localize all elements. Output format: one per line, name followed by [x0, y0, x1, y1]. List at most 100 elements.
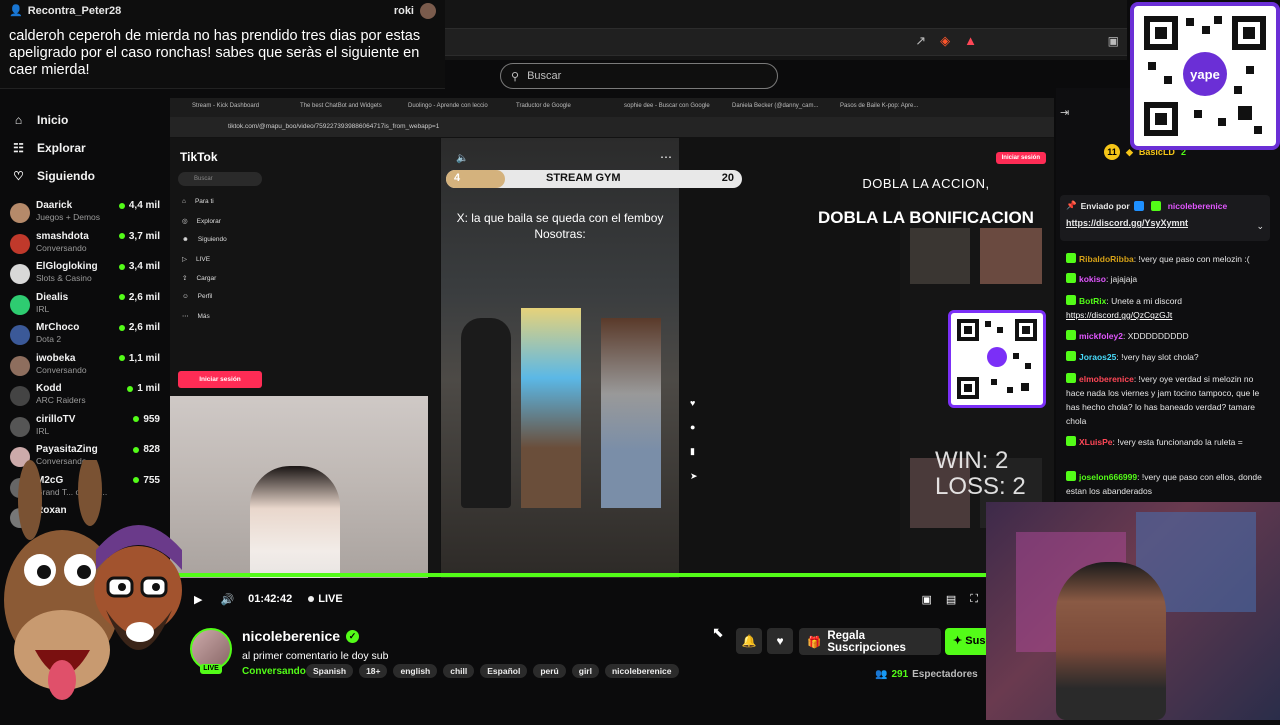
- rewards-icon[interactable]: ▲: [964, 33, 977, 49]
- chat-username[interactable]: elmoberenice: [1079, 374, 1134, 384]
- search-input[interactable]: ⚲ Buscar: [500, 63, 778, 89]
- chat-username[interactable]: BotRix: [1079, 296, 1106, 306]
- stream-tag[interactable]: perú: [533, 664, 566, 678]
- viewer-label: Espectadores: [912, 669, 978, 680]
- stream-tag[interactable]: Spanish: [306, 664, 354, 678]
- qr-pattern: [957, 319, 1037, 399]
- donation-recipient: roki: [394, 3, 436, 19]
- share-icon[interactable]: ↗: [915, 33, 926, 49]
- live-dot-icon: [133, 446, 140, 453]
- volume-icon: 🔈: [456, 153, 469, 164]
- profile-icon: ☺: [182, 293, 189, 300]
- nav-explore[interactable]: ☷ Explorar: [12, 141, 86, 155]
- badge-icon: [1066, 471, 1076, 481]
- badge-icon: [1066, 373, 1076, 383]
- sidebar-channel[interactable]: MrChoco Dota 2 2,6 mil: [10, 322, 160, 350]
- tiktok-menu-label: Perfil: [197, 293, 213, 300]
- pinned-message[interactable]: 📌 Enviado por nicoleberenice https://dis…: [1060, 195, 1270, 241]
- viewer-count-text: 1,1 mil: [128, 352, 160, 364]
- heart-icon: ♡: [13, 169, 24, 183]
- subscribe-button[interactable]: ✦ Suscribirse: [945, 628, 986, 655]
- channel-name: Kodd: [36, 383, 62, 394]
- live-label: LIVE: [318, 593, 343, 605]
- chat-message: joselon666999: !very que paso con ellos,…: [1066, 471, 1262, 496]
- chat-username[interactable]: joselon666999: [1079, 472, 1137, 482]
- bookmark-icon: ▮: [690, 446, 695, 456]
- viewer-count-text: 3,7 mil: [128, 230, 160, 242]
- captured-tab: sophie dee - Buscar con Google: [624, 103, 710, 109]
- avatar: [10, 325, 30, 345]
- sidebar-channel[interactable]: iwobeka Conversando 1,1 mil: [10, 353, 160, 381]
- fullscreen-icon[interactable]: ⛶: [970, 593, 978, 606]
- sidebar-channel[interactable]: Diealis IRL 2,6 mil: [10, 292, 160, 320]
- live-dot-icon: [118, 324, 125, 331]
- video-player[interactable]: Stream - Kick Dashboard The best ChatBot …: [170, 98, 1054, 578]
- play-icon[interactable]: ▶: [194, 593, 202, 606]
- stream-tag[interactable]: chill: [443, 664, 475, 678]
- tiktok-menu-item: ☺ Perfil: [182, 293, 212, 300]
- chevron-down-icon[interactable]: ⌄: [1256, 221, 1264, 232]
- captured-tab: Pasos de Baile K-pop: Apre...: [840, 103, 919, 109]
- nav-following[interactable]: ♡ Siguiendo: [12, 169, 95, 183]
- stream-tag[interactable]: english: [393, 664, 438, 678]
- chat-username[interactable]: Joraos25: [1079, 352, 1116, 362]
- pinned-user: nicoleberenice: [1167, 200, 1228, 211]
- chat-text: XDDDDDDDDD: [1127, 331, 1189, 341]
- stream-tag[interactable]: girl: [571, 664, 599, 678]
- gift-subs-button[interactable]: 🎁 Regala Suscripciones: [799, 628, 941, 655]
- gift-label: Regala Suscripciones: [827, 629, 906, 654]
- chat-link[interactable]: https://discord.gg/QzCqzGJt: [1066, 310, 1172, 320]
- collapse-chat-icon[interactable]: ⇥: [1060, 106, 1069, 119]
- sidebar-toggle-icon[interactable]: ▣: [1108, 34, 1119, 48]
- address-bar[interactable]: [445, 28, 1127, 56]
- pip-icon[interactable]: ▣: [921, 593, 931, 606]
- stream-tag[interactable]: nicoleberenice: [604, 664, 679, 678]
- sidebar-channel[interactable]: cirilloTV IRL 959: [10, 414, 160, 442]
- badge-icon: [1066, 273, 1076, 283]
- sidebar-channel[interactable]: Kodd ARC Raiders 1 mil: [10, 383, 160, 411]
- avatar: [10, 386, 30, 406]
- chat-username[interactable]: XLuisPe: [1079, 437, 1113, 447]
- player-progress[interactable]: [176, 573, 986, 577]
- sidebar-channel[interactable]: ElGlogloking Slots & Casino 3,4 mil: [10, 261, 160, 289]
- pinned-link[interactable]: https://discord.gg/YsyXymnt: [1066, 218, 1188, 228]
- stream-tag[interactable]: 18+: [359, 664, 388, 678]
- viewer-count-text: 959: [143, 413, 160, 425]
- tiktok-sidebar: TikTok Buscar ⌂ Para ti ◎ Explorar ☻ Siguiend…: [170, 138, 440, 578]
- volume-icon[interactable]: 🔊: [220, 593, 234, 606]
- brave-shield-icon[interactable]: ◈: [940, 33, 950, 49]
- nav-home[interactable]: ⌂ Inicio: [12, 113, 68, 127]
- live-dot-icon: [127, 385, 134, 392]
- live-dot-icon: [118, 233, 125, 239]
- stream-tag[interactable]: Español: [480, 664, 528, 678]
- stream-category[interactable]: Conversando: [242, 666, 306, 677]
- donkey-mascot: [0, 454, 185, 720]
- qr-code-small: [948, 310, 1046, 408]
- viewer-count-text: 4,4 mil: [128, 200, 160, 211]
- chat-username[interactable]: mickfoley2: [1079, 331, 1123, 341]
- badge-icon: [1066, 253, 1076, 263]
- notification-bell-icon[interactable]: 🔔: [736, 628, 762, 654]
- live-dot-icon: [118, 202, 125, 209]
- chat-username[interactable]: RibaldoRibba: [1079, 254, 1134, 264]
- player-time: 01:42:42: [248, 593, 293, 605]
- theater-icon[interactable]: ▤: [946, 593, 956, 606]
- chat-text: Unete a mi discord: [1111, 296, 1182, 306]
- captured-tab: Traductor de Google: [516, 103, 571, 109]
- channel-viewers: 1,1 mil: [118, 352, 160, 364]
- tiktok-logo: TikTok: [180, 150, 218, 164]
- sidebar-channel[interactable]: Daarick Juegos + Demos 4,4 mil: [10, 200, 160, 228]
- chat-username[interactable]: kokiso: [1079, 274, 1106, 284]
- star-icon: ✦: [953, 635, 963, 647]
- tiktok-menu-label: LIVE: [196, 255, 211, 263]
- donkey-illustration: [4, 454, 182, 700]
- streamer-name[interactable]: nicoleberenice ✓: [242, 628, 360, 644]
- compass-icon: ☷: [13, 141, 24, 155]
- tiktok-menu-item: ◎ Explorar: [182, 217, 221, 226]
- sidebar-channel[interactable]: smashdota Conversando 3,7 mil: [10, 231, 160, 259]
- follow-heart-icon[interactable]: ♥: [767, 628, 793, 654]
- search-placeholder: Buscar: [527, 70, 562, 82]
- live-indicator: LIVE: [308, 593, 343, 605]
- nav-label: Explorar: [37, 141, 86, 155]
- gym-title: STREAM GYM: [546, 172, 621, 184]
